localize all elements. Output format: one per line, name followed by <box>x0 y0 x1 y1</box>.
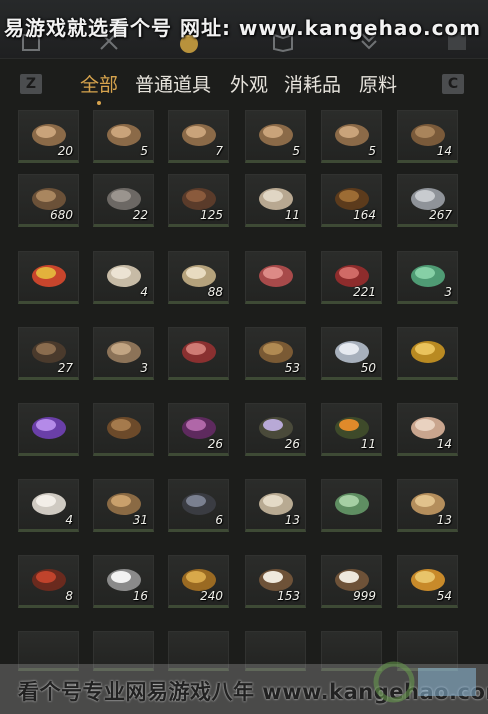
berries-icon <box>32 265 66 287</box>
inventory-slot[interactable]: 22 <box>93 174 154 227</box>
inventory-slot[interactable] <box>18 403 79 456</box>
inventory-slot[interactable]: 27 <box>18 327 79 380</box>
item-count: 7 <box>215 144 223 158</box>
inventory-slot[interactable]: 240 <box>168 555 229 608</box>
inventory-slot[interactable] <box>93 403 154 456</box>
inventory-slot[interactable]: 20 <box>18 110 79 163</box>
inventory-slot[interactable]: 14 <box>397 403 458 456</box>
inventory-slot[interactable]: 50 <box>321 327 382 380</box>
site-logo <box>373 661 476 703</box>
inventory-slot[interactable]: 11 <box>321 403 382 456</box>
item-count: 11 <box>360 437 376 451</box>
inventory-grid: 20 5 7 5 5 14 680 22 125 11 164 267 4 88 221 3 27 3 53 50 26… <box>0 0 488 714</box>
inventory-slot[interactable]: 31 <box>93 479 154 532</box>
inventory-slot[interactable] <box>397 327 458 380</box>
inventory-slot[interactable]: 26 <box>245 403 306 456</box>
item-count: 11 <box>284 208 300 222</box>
item-count: 267 <box>429 208 452 222</box>
item-count: 5 <box>292 144 300 158</box>
inventory-slot[interactable]: 14 <box>397 110 458 163</box>
item-count: 22 <box>132 208 148 222</box>
inventory-slot[interactable] <box>321 479 382 532</box>
item-count: 164 <box>353 208 376 222</box>
item-count: 14 <box>436 437 452 451</box>
inventory-slot[interactable]: 6 <box>168 479 229 532</box>
item-count: 4 <box>65 513 73 527</box>
item-count: 20 <box>57 144 73 158</box>
item-count: 54 <box>436 589 452 603</box>
inventory-slot[interactable]: 125 <box>168 174 229 227</box>
item-count: 5 <box>140 144 148 158</box>
item-count: 27 <box>57 361 73 375</box>
item-count: 88 <box>207 285 223 299</box>
meat-chunks-icon <box>259 265 293 287</box>
inventory-slot[interactable]: 5 <box>245 110 306 163</box>
item-count: 680 <box>50 208 73 222</box>
inventory-slot[interactable] <box>18 251 79 304</box>
item-count: 53 <box>284 361 300 375</box>
inventory-slot[interactable]: 26 <box>168 403 229 456</box>
inventory-slot[interactable]: 53 <box>245 327 306 380</box>
item-count: 153 <box>277 589 300 603</box>
item-count: 31 <box>132 513 148 527</box>
item-count: 5 <box>368 144 376 158</box>
inventory-slot[interactable]: 8 <box>18 555 79 608</box>
inventory-slot[interactable]: 54 <box>397 555 458 608</box>
item-count: 13 <box>284 513 300 527</box>
inventory-slot[interactable]: 5 <box>321 110 382 163</box>
inventory-slot[interactable]: 88 <box>168 251 229 304</box>
item-count: 13 <box>436 513 452 527</box>
item-count: 3 <box>140 361 148 375</box>
golden-carp-icon <box>411 341 445 363</box>
item-count: 6 <box>215 513 223 527</box>
item-count: 240 <box>200 589 223 603</box>
item-count: 14 <box>436 144 452 158</box>
herb-bowl-icon <box>107 417 141 439</box>
inventory-slot[interactable]: 13 <box>397 479 458 532</box>
inventory-slot[interactable]: 7 <box>168 110 229 163</box>
item-count: 16 <box>132 589 148 603</box>
item-count: 221 <box>353 285 376 299</box>
inventory-slot[interactable]: 13 <box>245 479 306 532</box>
inventory-slot[interactable]: 3 <box>397 251 458 304</box>
item-count: 50 <box>360 361 376 375</box>
amethyst-icon <box>32 417 66 439</box>
item-count: 125 <box>200 208 223 222</box>
melon-icon <box>335 493 369 515</box>
inventory-slot[interactable]: 680 <box>18 174 79 227</box>
inventory-slot[interactable]: 153 <box>245 555 306 608</box>
inventory-slot[interactable]: 16 <box>93 555 154 608</box>
item-count: 26 <box>284 437 300 451</box>
inventory-slot[interactable]: 3 <box>93 327 154 380</box>
inventory-slot[interactable] <box>168 327 229 380</box>
item-count: 999 <box>353 589 376 603</box>
inventory-slot[interactable] <box>245 251 306 304</box>
item-count: 26 <box>207 437 223 451</box>
inventory-slot[interactable]: 164 <box>321 174 382 227</box>
inventory-slot[interactable]: 999 <box>321 555 382 608</box>
inventory-slot[interactable]: 11 <box>245 174 306 227</box>
inventory-slot[interactable]: 267 <box>397 174 458 227</box>
item-count: 8 <box>65 589 73 603</box>
inventory-slot[interactable]: 221 <box>321 251 382 304</box>
inventory-slot[interactable]: 4 <box>18 479 79 532</box>
meat-slab-icon <box>182 341 216 363</box>
inventory-slot[interactable]: 5 <box>93 110 154 163</box>
inventory-slot[interactable]: 4 <box>93 251 154 304</box>
item-count: 3 <box>444 285 452 299</box>
item-count: 4 <box>140 285 148 299</box>
